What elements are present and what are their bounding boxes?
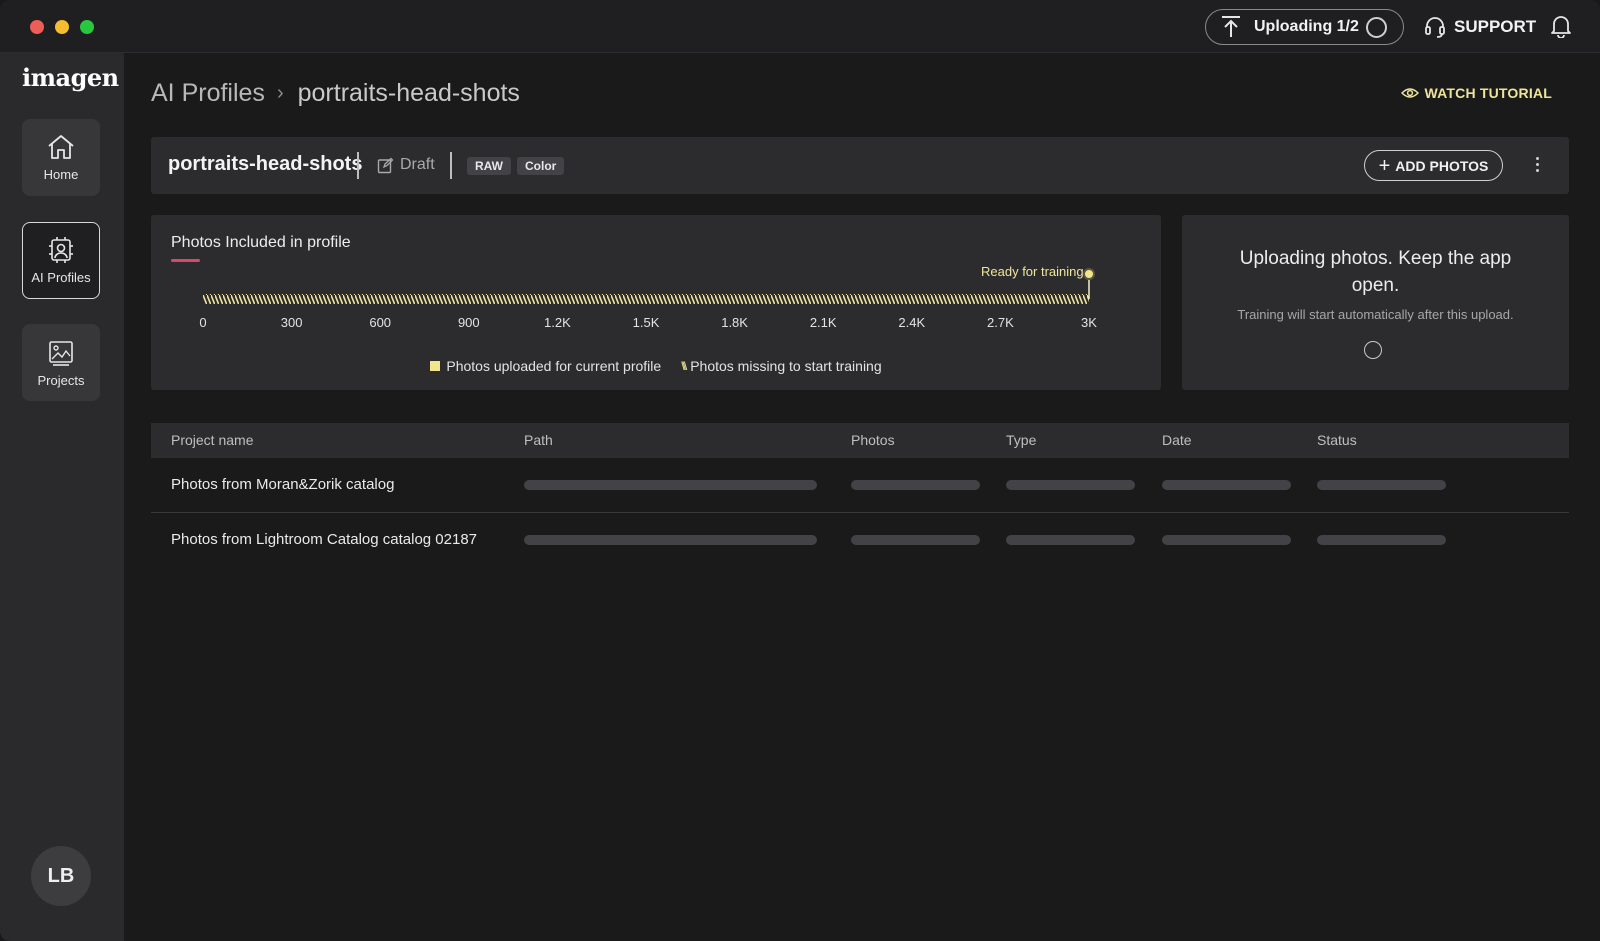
photos-progress-chart: 0 300 600 900 1.2K 1.5K 1.8K 2.1K 2.4K 2.7K 3K xyxy=(199,268,1097,330)
projects-table: Project name Path Photos Type Date Statu… xyxy=(151,423,1569,568)
support-button[interactable]: SUPPORT xyxy=(1424,14,1536,40)
x-tick-label: 1.5K xyxy=(633,315,660,330)
loading-placeholder-status xyxy=(1317,480,1446,490)
profile-name: portraits-head-shots xyxy=(168,153,363,175)
sidebar: imagen Home AI Profiles Projects LB xyxy=(0,53,124,941)
sidebar-item-ai-profiles[interactable]: AI Profiles xyxy=(22,222,100,299)
loading-placeholder-type xyxy=(1006,480,1135,490)
eye-icon xyxy=(1400,88,1419,98)
projects-icon xyxy=(49,341,73,366)
breadcrumb-root-link[interactable]: AI Profiles xyxy=(151,79,265,108)
legend-label-uploaded: Photos uploaded for current profile xyxy=(446,358,662,374)
upload-status-subtitle: Training will start automatically after … xyxy=(1237,307,1514,322)
loading-placeholder-date xyxy=(1162,535,1291,545)
profile-status-label: Draft xyxy=(400,156,435,173)
sidebar-item-label: Projects xyxy=(37,373,85,388)
profile-header: portraits-head-shots Draft RAW Color + A… xyxy=(151,137,1569,194)
loading-placeholder-path xyxy=(524,480,817,490)
home-icon xyxy=(48,135,74,159)
x-tick-label: 300 xyxy=(281,315,303,330)
ai-profile-icon xyxy=(49,237,73,263)
title-bar: Uploading 1/2 SUPPORT xyxy=(0,0,1600,53)
add-photos-button[interactable]: + ADD PHOTOS xyxy=(1364,150,1503,181)
loading-placeholder-photos xyxy=(851,535,980,545)
app-window: Uploading 1/2 SUPPORT imagen Home AI Pro… xyxy=(0,0,1600,941)
user-avatar[interactable]: LB xyxy=(31,846,91,906)
project-name-cell: Photos from Moran&Zorik catalog xyxy=(171,476,395,493)
legend-swatch-uploaded xyxy=(430,361,441,371)
loading-placeholder-path xyxy=(524,535,817,545)
plus-icon: + xyxy=(1378,154,1391,177)
table-header: Project name Path Photos Type Date Statu… xyxy=(151,423,1569,458)
loading-spinner-icon xyxy=(1364,341,1382,359)
watch-tutorial-label: WATCH TUTORIAL xyxy=(1424,85,1552,101)
column-header-project-name[interactable]: Project name xyxy=(171,432,253,448)
divider xyxy=(357,152,359,179)
breadcrumb: AI Profiles › portraits-head-shots xyxy=(151,79,520,108)
maximize-window-button[interactable] xyxy=(80,20,94,34)
legend-swatch-missing: \\\ xyxy=(681,359,687,373)
minimize-window-button[interactable] xyxy=(55,20,69,34)
x-tick-label: 2.1K xyxy=(810,315,837,330)
table-row[interactable]: Photos from Lightroom Catalog catalog 02… xyxy=(151,513,1569,568)
chart-legend: Photos uploaded for current profile \\\ … xyxy=(151,358,1161,374)
breadcrumb-current: portraits-head-shots xyxy=(297,79,520,107)
more-options-icon[interactable] xyxy=(1536,157,1540,175)
upload-status-title: Uploading photos. Keep the app open. xyxy=(1239,248,1512,296)
ready-marker-dot xyxy=(1083,268,1095,280)
tag-raw: RAW xyxy=(467,157,511,175)
x-tick-label: 1.2K xyxy=(544,315,571,330)
column-header-photos[interactable]: Photos xyxy=(851,432,895,448)
upload-spinner-icon xyxy=(1366,17,1387,38)
upload-status-label: Uploading 1/2 xyxy=(1254,18,1359,35)
edit-icon xyxy=(377,157,394,173)
profile-status[interactable]: Draft xyxy=(377,156,435,174)
x-tick-label: 0 xyxy=(199,315,206,330)
table-row[interactable]: Photos from Moran&Zorik catalog xyxy=(151,458,1569,513)
upload-status-button[interactable]: Uploading 1/2 xyxy=(1205,9,1404,45)
watch-tutorial-link[interactable]: WATCH TUTORIAL xyxy=(1400,85,1553,101)
main-content: AI Profiles › portraits-head-shots WATCH… xyxy=(124,53,1600,941)
headset-icon xyxy=(1425,17,1445,38)
sidebar-item-projects[interactable]: Projects xyxy=(22,324,100,401)
x-tick-label: 600 xyxy=(369,315,391,330)
x-tick-label: 900 xyxy=(458,315,480,330)
loading-placeholder-date xyxy=(1162,480,1291,490)
sidebar-item-home[interactable]: Home xyxy=(22,119,100,196)
photos-chart-card: Photos Included in profile 0 300 600 900 1.2… xyxy=(151,215,1161,390)
x-tick-label: 1.8K xyxy=(721,315,748,330)
divider xyxy=(450,152,452,179)
add-photos-label: ADD PHOTOS xyxy=(1395,157,1489,174)
chevron-right-icon: › xyxy=(276,82,284,104)
notifications-bell-icon[interactable] xyxy=(1550,14,1572,38)
column-header-type[interactable]: Type xyxy=(1006,432,1036,448)
loading-placeholder-status xyxy=(1317,535,1446,545)
column-header-date[interactable]: Date xyxy=(1162,432,1192,448)
tag-color: Color xyxy=(517,157,565,175)
x-tick-label: 2.4K xyxy=(898,315,925,330)
legend-label-missing: Photos missing to start training xyxy=(690,358,882,374)
upload-status-card: Uploading photos. Keep the app open. Tra… xyxy=(1182,215,1569,390)
close-window-button[interactable] xyxy=(30,20,44,34)
sidebar-item-label: Home xyxy=(43,167,79,182)
bar-missing xyxy=(203,294,1089,304)
column-header-path[interactable]: Path xyxy=(524,432,553,448)
legend-item-uploaded: Photos uploaded for current profile xyxy=(430,358,661,374)
legend-item-missing: \\\ Photos missing to start training xyxy=(681,358,881,374)
x-tick-label: 2.7K xyxy=(987,315,1014,330)
loading-placeholder-photos xyxy=(851,480,980,490)
upload-icon xyxy=(1222,16,1240,37)
x-tick-label: 3K xyxy=(1081,315,1097,330)
ready-for-training-label: Ready for training xyxy=(981,264,1084,279)
sidebar-item-label: AI Profiles xyxy=(31,270,91,285)
support-label: SUPPORT xyxy=(1454,17,1537,36)
loading-placeholder-type xyxy=(1006,535,1135,545)
column-header-status[interactable]: Status xyxy=(1317,432,1357,448)
imagen-logo: imagen xyxy=(22,63,119,92)
project-name-cell: Photos from Lightroom Catalog catalog 02… xyxy=(171,531,478,548)
